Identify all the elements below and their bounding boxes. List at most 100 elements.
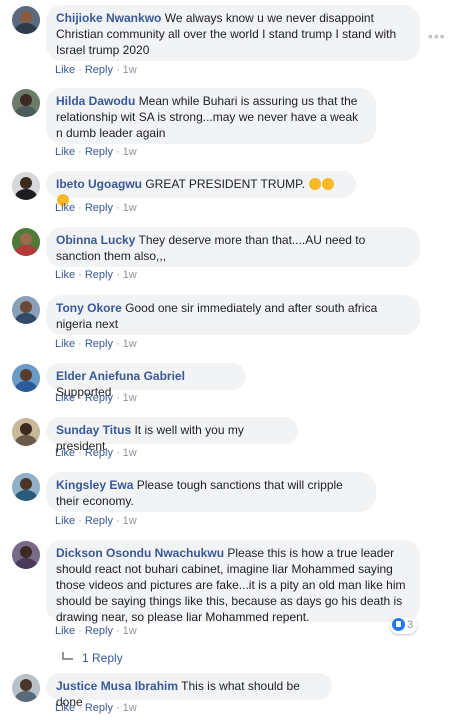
- timestamp[interactable]: 1w: [123, 515, 137, 527]
- comment-actions: Like · Reply · 1w: [55, 392, 137, 404]
- comment-bubble: Hilda Dawodu Mean while Buhari is assuri…: [46, 88, 376, 144]
- like-link[interactable]: Like: [55, 269, 75, 281]
- view-replies-link[interactable]: 1 Reply: [62, 651, 123, 665]
- like-link[interactable]: Like: [55, 338, 75, 350]
- reply-arrow-icon: [62, 652, 73, 660]
- comment-bubble: Justice Musa Ibrahim This is what should…: [46, 673, 332, 709]
- like-link[interactable]: Like: [55, 702, 75, 714]
- avatar-head: [20, 369, 32, 381]
- reply-link[interactable]: Reply: [85, 515, 113, 527]
- comment-bubble: Kingsley Ewa Please tough sanctions that…: [46, 472, 376, 512]
- comment-author[interactable]: Ibeto Ugoagwu: [56, 177, 142, 191]
- comment-author[interactable]: Chijioke Nwankwo: [56, 11, 161, 25]
- reply-link[interactable]: Reply: [85, 447, 113, 459]
- reply-link[interactable]: Reply: [85, 338, 113, 350]
- comment-author[interactable]: Tony Okore: [56, 301, 122, 315]
- like-link[interactable]: Like: [55, 447, 75, 459]
- avatar-head: [20, 301, 32, 313]
- comment-actions: Like · Reply · 1w: [55, 269, 137, 281]
- like-link[interactable]: Like: [55, 202, 75, 214]
- avatar-head: [20, 11, 32, 23]
- reaction-count: 3: [407, 619, 414, 631]
- avatar[interactable]: [12, 473, 40, 501]
- comment-actions: Like · Reply · 1w: [55, 338, 137, 350]
- avatar-head: [20, 546, 32, 558]
- avatar[interactable]: [12, 6, 40, 34]
- avatar-body: [15, 381, 37, 392]
- timestamp[interactable]: 1w: [123, 447, 137, 459]
- timestamp[interactable]: 1w: [123, 625, 137, 637]
- comment-bubble: Chijioke Nwankwo We always know u we nev…: [46, 5, 420, 61]
- reply-link[interactable]: Reply: [85, 269, 113, 281]
- reply-link[interactable]: Reply: [85, 392, 113, 404]
- avatar[interactable]: [12, 296, 40, 324]
- avatar-head: [20, 423, 32, 435]
- comment-text: GREAT PRESIDENT TRUMP.: [145, 177, 305, 191]
- comment-actions: Like · Reply · 1w: [55, 515, 137, 527]
- comment-author[interactable]: Justice Musa Ibrahim: [56, 679, 178, 693]
- like-reaction-icon: [392, 618, 405, 631]
- avatar[interactable]: [12, 418, 40, 446]
- like-link[interactable]: Like: [55, 625, 75, 637]
- clapping-hands-icon: [309, 178, 322, 190]
- comment-actions: Like · Reply · 1w: [55, 202, 137, 214]
- avatar-body: [15, 435, 37, 446]
- clapping-hands-icon: [322, 178, 335, 190]
- like-link[interactable]: Like: [55, 64, 75, 76]
- avatar-body: [15, 490, 37, 501]
- avatar-body: [15, 691, 37, 702]
- reply-link[interactable]: Reply: [85, 702, 113, 714]
- reply-link[interactable]: Reply: [85, 202, 113, 214]
- comment-author[interactable]: Hilda Dawodu: [56, 94, 135, 108]
- reply-link[interactable]: Reply: [85, 64, 113, 76]
- replies-count[interactable]: 1 Reply: [82, 651, 123, 665]
- timestamp[interactable]: 1w: [123, 338, 137, 350]
- reaction-summary[interactable]: 3: [390, 617, 418, 634]
- comment-author[interactable]: Obinna Lucky: [56, 233, 135, 247]
- comment-actions: Like · Reply · 1w: [55, 447, 137, 459]
- comment-author[interactable]: Elder Aniefuna Gabriel: [56, 369, 185, 383]
- comment-actions: Like · Reply · 1w: [55, 64, 137, 76]
- avatar[interactable]: [12, 674, 40, 702]
- avatar-body: [15, 558, 37, 569]
- reply-link[interactable]: Reply: [85, 625, 113, 637]
- avatar-body: [15, 313, 37, 324]
- comment-bubble: Tony Okore Good one sir immediately and …: [46, 295, 420, 335]
- comment-actions: Like · Reply · 1w: [55, 625, 137, 637]
- comment-bubble: Dickson Osondu Nwachukwu Please this is …: [46, 540, 420, 624]
- like-link[interactable]: Like: [55, 146, 75, 158]
- comment-bubble: Obinna Lucky They deserve more than that…: [46, 227, 420, 267]
- avatar[interactable]: [12, 172, 40, 200]
- comment-author[interactable]: Kingsley Ewa: [56, 478, 133, 492]
- ellipsis-icon[interactable]: •••: [428, 28, 446, 44]
- timestamp[interactable]: 1w: [123, 202, 137, 214]
- avatar[interactable]: [12, 541, 40, 569]
- comment-bubble: Sunday Titus It is well with you my pres…: [46, 417, 298, 453]
- avatar-body: [15, 189, 37, 200]
- avatar[interactable]: [12, 364, 40, 392]
- comment-author[interactable]: Dickson Osondu Nwachukwu: [56, 546, 224, 560]
- avatar-body: [15, 23, 37, 34]
- timestamp[interactable]: 1w: [123, 269, 137, 281]
- avatar[interactable]: [12, 228, 40, 256]
- comment-author[interactable]: Sunday Titus: [56, 423, 131, 437]
- avatar-head: [20, 233, 32, 245]
- timestamp[interactable]: 1w: [123, 146, 137, 158]
- avatar-head: [20, 478, 32, 490]
- avatar-head: [20, 679, 32, 691]
- comment-bubble: Elder Aniefuna Gabriel Supported: [46, 363, 246, 399]
- avatar-head: [20, 177, 32, 189]
- comment-bubble: Ibeto Ugoagwu GREAT PRESIDENT TRUMP.: [46, 171, 356, 206]
- avatar[interactable]: [12, 89, 40, 117]
- timestamp[interactable]: 1w: [123, 392, 137, 404]
- timestamp[interactable]: 1w: [123, 702, 137, 714]
- avatar-body: [15, 245, 37, 256]
- timestamp[interactable]: 1w: [123, 64, 137, 76]
- like-link[interactable]: Like: [55, 515, 75, 527]
- like-link[interactable]: Like: [55, 392, 75, 404]
- reply-link[interactable]: Reply: [85, 146, 113, 158]
- avatar-body: [15, 106, 37, 117]
- avatar-head: [20, 94, 32, 106]
- comment-actions: Like · Reply · 1w: [55, 146, 137, 158]
- comment-actions: Like · Reply · 1w: [55, 702, 137, 714]
